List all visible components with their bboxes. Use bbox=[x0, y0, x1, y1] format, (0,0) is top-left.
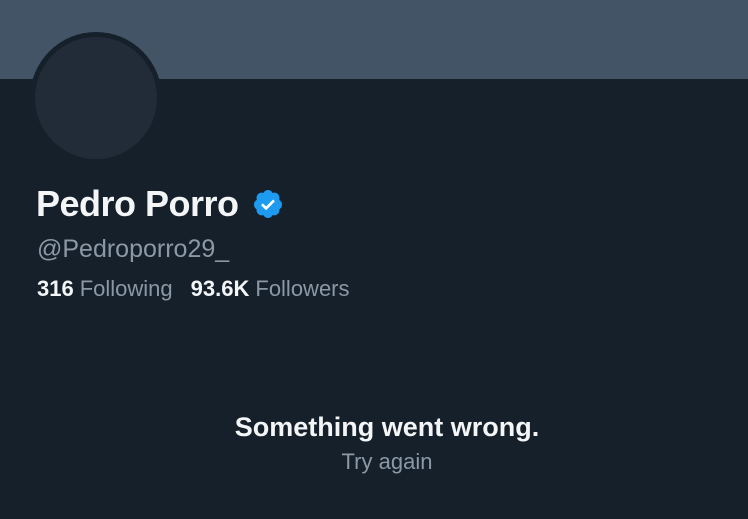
avatar[interactable] bbox=[30, 32, 162, 164]
verified-badge-icon[interactable] bbox=[252, 188, 284, 220]
followers-count: 93.6K bbox=[190, 276, 250, 301]
error-message: Something went wrong. bbox=[234, 412, 540, 442]
profile-handle: @Pedroporro29_ bbox=[37, 235, 230, 263]
try-again-button[interactable]: Try again bbox=[342, 446, 433, 478]
display-name: Pedro Porro bbox=[36, 183, 239, 224]
following-count: 316 bbox=[37, 276, 74, 301]
error-panel: Something went wrong. Try again bbox=[0, 408, 748, 478]
followers-label: Followers bbox=[255, 276, 350, 301]
following-label: Following bbox=[79, 276, 173, 301]
profile-name-row: Pedro Porro bbox=[36, 181, 284, 227]
following-link[interactable]: 316 Following bbox=[37, 274, 173, 304]
followers-link[interactable]: 93.6K Followers bbox=[191, 274, 350, 304]
avatar-placeholder bbox=[35, 37, 157, 159]
profile-stats: 316 Following 93.6K Followers bbox=[37, 274, 350, 304]
